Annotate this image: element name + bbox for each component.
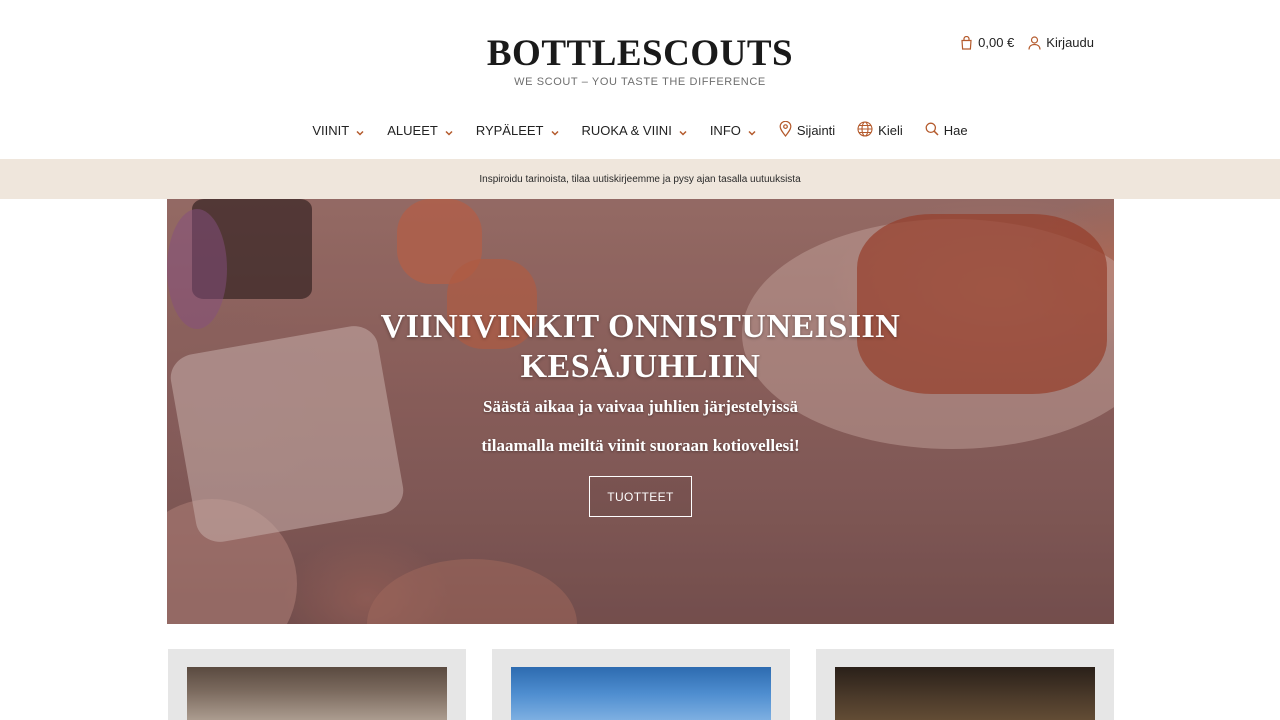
globe-icon <box>857 121 873 140</box>
hero-subtitle-line: Säästä aikaa ja vaivaa juhlien järjestel… <box>483 397 798 416</box>
hero-banner: VIINIVINKIT ONNISTUNEISIIN KESÄJUHLIIN S… <box>167 199 1114 624</box>
feature-card[interactable] <box>492 649 790 720</box>
card-image-sky <box>511 667 771 720</box>
nav-language-link[interactable]: Kieli <box>857 121 903 140</box>
nav-item-alueet[interactable]: ALUEET <box>387 121 454 140</box>
chevron-down-icon <box>444 126 454 136</box>
nav-item-rypaleet[interactable]: RYPÄLEET <box>476 121 560 140</box>
card-image-corks <box>835 667 1095 720</box>
nav-item-info[interactable]: INFO <box>710 121 757 140</box>
cart-amount: 0,00 € <box>978 35 1015 50</box>
nav-item-label: INFO <box>709 123 741 138</box>
login-link[interactable]: Kirjaudu <box>1028 35 1094 50</box>
nav-item-viinit[interactable]: VIINIT <box>312 121 365 140</box>
nav-item-label: RYPÄLEET <box>475 123 544 138</box>
location-pin-icon <box>779 120 792 140</box>
hero-title-line: KESÄJUHLIIN <box>520 348 761 385</box>
main-nav: VIINIT ALUEET RYPÄLEET RUOKA & VIINI INF… <box>0 120 1280 140</box>
nav-location-link[interactable]: Sijainti <box>779 120 836 140</box>
hero-title: VIINIVINKIT ONNISTUNEISIIN KESÄJUHLIIN <box>167 307 1114 387</box>
chevron-down-icon <box>747 126 757 136</box>
nav-item-label: RUOKA & VIINI <box>581 123 672 138</box>
feature-card[interactable] <box>168 649 466 720</box>
newsletter-promo-bar[interactable]: Inspiroidu tarinoista, tilaa uutiskirjee… <box>0 159 1280 199</box>
shopping-bag-icon <box>960 35 973 50</box>
nav-item-label: ALUEET <box>387 123 438 138</box>
user-icon <box>1028 35 1041 50</box>
feature-card[interactable] <box>816 649 1114 720</box>
chevron-down-icon <box>550 126 560 136</box>
search-icon <box>925 122 939 139</box>
site-tagline: WE SCOUT – YOU TASTE THE DIFFERENCE <box>514 76 766 88</box>
hero-content: VIINIVINKIT ONNISTUNEISIIN KESÄJUHLIIN S… <box>167 199 1114 624</box>
hero-title-line: VIINIVINKIT ONNISTUNEISIIN <box>380 308 901 345</box>
search-label: Hae <box>943 123 968 138</box>
chevron-down-icon <box>678 126 688 136</box>
nav-search-link[interactable]: Hae <box>925 121 968 140</box>
nav-item-ruoka-viini[interactable]: RUOKA & VIINI <box>582 121 688 140</box>
card-image-wine-glass <box>187 667 447 720</box>
location-label: Sijainti <box>796 123 836 138</box>
nav-item-label: VIINIT <box>312 123 350 138</box>
hero-subtitle-line: tilaamalla meiltä viinit suoraan kotiove… <box>481 436 800 455</box>
cart-button[interactable]: 0,00 € <box>960 35 1014 50</box>
chevron-down-icon <box>355 126 365 136</box>
header-utilities: 0,00 € Kirjaudu <box>960 35 1094 50</box>
products-button[interactable]: TUOTTEET <box>589 476 692 517</box>
login-label: Kirjaudu <box>1046 35 1094 50</box>
language-label: Kieli <box>878 123 903 138</box>
promo-text: Inspiroidu tarinoista, tilaa uutiskirjee… <box>479 173 801 185</box>
